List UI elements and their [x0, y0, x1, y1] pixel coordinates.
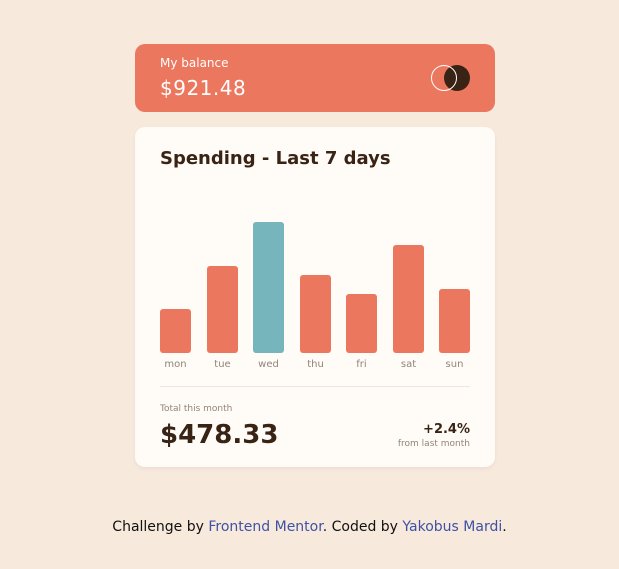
- bar-thu[interactable]: [300, 275, 331, 353]
- bar-label-tue: tue: [214, 359, 231, 370]
- bar-label-sat: sat: [400, 359, 417, 370]
- divider: [160, 386, 470, 387]
- bar-mon[interactable]: [160, 309, 191, 353]
- bar-fri[interactable]: [346, 294, 377, 353]
- footer-middle: . Coded by: [322, 519, 403, 535]
- bar-sat[interactable]: [393, 245, 424, 353]
- total-label: Total this month: [160, 404, 233, 414]
- footer-suffix: .: [502, 519, 507, 535]
- footer: Challenge by Frontend Mentor. Coded by Y…: [0, 519, 619, 535]
- balance-card: My balance $921.48: [135, 44, 495, 112]
- bar-label-mon: mon: [164, 359, 187, 370]
- change-label: from last month: [397, 439, 470, 449]
- bar-label-thu: thu: [307, 359, 324, 370]
- spending-card: Spending - Last 7 days mon tue wed thu fri sa…: [135, 127, 495, 467]
- bar-sun[interactable]: [439, 289, 470, 353]
- bar-label-fri: fri: [356, 359, 367, 370]
- frontend-mentor-link[interactable]: Frontend Mentor: [208, 519, 322, 535]
- footer-prefix: Challenge by: [112, 519, 209, 535]
- author-link[interactable]: Yakobus Mardi: [402, 519, 502, 535]
- bar-label-sun: sun: [445, 359, 464, 370]
- bar-label-wed: wed: [258, 359, 279, 370]
- total-amount: $478.33: [160, 420, 279, 450]
- bar-wed[interactable]: [253, 222, 284, 353]
- change-value: +2.4%: [423, 422, 470, 437]
- balance-label: My balance: [160, 56, 229, 70]
- logo-icon: [431, 65, 471, 91]
- bar-tue[interactable]: [207, 266, 238, 353]
- balance-amount: $921.48: [160, 76, 247, 100]
- spending-chart: mon tue wed thu fri sat sun: [135, 127, 495, 387]
